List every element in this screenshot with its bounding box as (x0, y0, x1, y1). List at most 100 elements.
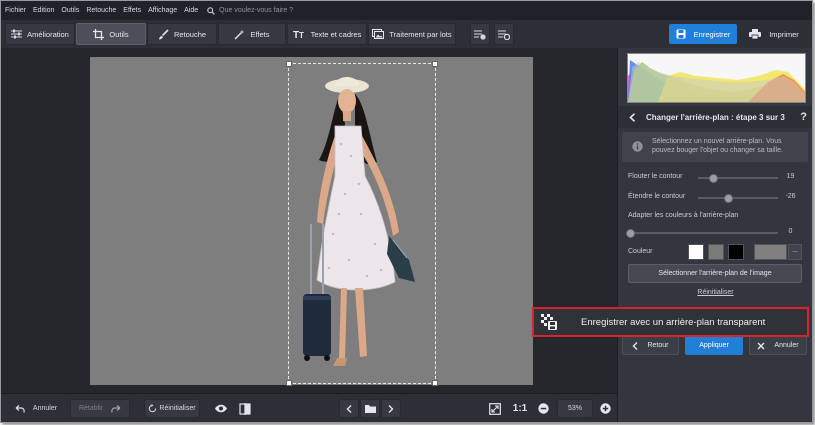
chevron-right-icon (388, 404, 394, 413)
undo-button[interactable]: Annuler (9, 399, 63, 418)
reset-background-link[interactable]: Réinitialiser (618, 289, 812, 296)
fit-screen-icon (489, 402, 501, 415)
menu-edition[interactable]: Edition (29, 7, 57, 14)
resize-handle[interactable] (286, 380, 292, 386)
slider-thumb[interactable] (626, 229, 635, 238)
menu-bar: Fichier Edition Outils Retouche Effets A… (1, 1, 812, 20)
tab-traitement-lots[interactable]: Traitement par lots (368, 23, 456, 45)
plus-circle-icon (599, 403, 611, 414)
compare-view-button[interactable] (470, 23, 490, 45)
slider-thumb[interactable] (709, 174, 719, 183)
list-add-icon (474, 30, 486, 40)
menu-fichier[interactable]: Fichier (1, 7, 29, 14)
info-icon (632, 141, 643, 152)
save-button[interactable]: Enregistrer (669, 24, 737, 44)
print-button[interactable]: Imprimer (742, 24, 806, 44)
save-transparent-background-button[interactable]: Enregistrer avec un arrière-plan transpa… (532, 307, 809, 337)
slider-label: Flouter le contour (628, 173, 683, 180)
floppy-disk-icon (676, 29, 686, 39)
zoom-out-button[interactable] (535, 399, 551, 418)
image-canvas[interactable] (90, 57, 533, 386)
bottom-bar: Annuler Rétablir Réinitialiser 1:1 53% (1, 393, 617, 422)
resize-handle[interactable] (432, 61, 438, 67)
zoom-value[interactable]: 53% (557, 399, 593, 418)
slider-blur-edge: Flouter le contour 19 (628, 173, 803, 183)
tab-label: Texte et cadres (310, 29, 362, 39)
swatch-black[interactable] (728, 244, 744, 260)
menu-search[interactable]: Que voulez-vous faire ? (207, 6, 294, 15)
step-header: Changer l'arrière-plan : étape 3 sur 3 ? (618, 106, 812, 128)
reset-image-label: Réinitialiser (159, 405, 196, 412)
subject-cutout[interactable] (289, 64, 437, 385)
help-icon[interactable]: ? (800, 111, 807, 123)
side-panel: Changer l'arrière-plan : étape 3 sur 3 ?… (617, 48, 812, 422)
menu-effets[interactable]: Effets (119, 7, 144, 14)
tab-label: Effets (250, 29, 270, 39)
menu-outils[interactable]: Outils (57, 7, 82, 14)
callout-label: Enregistrer avec un arrière-plan transpa… (581, 316, 766, 328)
back-button[interactable]: Retour (622, 336, 679, 355)
printer-icon (749, 29, 762, 39)
slider-label: Adapter les couleurs à l'arrière-plan (628, 212, 739, 219)
sliders-icon (11, 29, 23, 39)
rotate-reset-icon (149, 404, 157, 413)
resize-handle[interactable] (432, 380, 438, 386)
redo-icon (111, 404, 121, 413)
apply-button[interactable]: Appliquer (685, 336, 743, 355)
main-toolbar: Amélioration Outils Retouche Effets TT T… (1, 20, 812, 49)
color-picker-button[interactable]: ... (788, 244, 802, 260)
slider-track[interactable] (698, 197, 778, 199)
chevron-left-icon (346, 404, 352, 413)
color-label: Couleur (628, 248, 653, 255)
back-label: Retour (647, 342, 669, 349)
close-icon (757, 342, 765, 349)
menu-affichage[interactable]: Affichage (144, 7, 180, 14)
slider-track[interactable] (630, 232, 778, 234)
slider-extend-edge: Étendre le contour -26 (628, 193, 803, 203)
tab-texte-cadres[interactable]: TT Texte et cadres (287, 23, 367, 45)
eye-icon (215, 404, 227, 413)
menu-aide[interactable]: Aide (180, 7, 201, 14)
search-placeholder: Que voulez-vous faire ? (219, 7, 294, 14)
app-window: Fichier Edition Outils Retouche Effets A… (0, 0, 813, 423)
resize-handle[interactable] (286, 61, 292, 67)
swatch-white[interactable] (688, 244, 704, 260)
text-icon: TT (293, 30, 304, 39)
slider-value: 19 (786, 173, 795, 180)
zoom-one-to-one-button[interactable]: 1:1 (509, 399, 531, 418)
prev-image-button[interactable] (339, 399, 359, 418)
select-background-image-button[interactable]: Sélectionner l'arrière-plan de l'image (628, 264, 802, 283)
tab-retouche[interactable]: Retouche (147, 23, 217, 45)
print-label: Imprimer (769, 29, 799, 39)
info-text: Sélectionnez un nouvel arrière-plan. Vou… (652, 138, 783, 154)
compare-toggle[interactable] (235, 399, 255, 418)
history-button[interactable] (494, 23, 514, 45)
slider-adapt-colors: Adapter les couleurs à l'arrière-plan (628, 212, 803, 219)
redo-button[interactable]: Rétablir (70, 399, 130, 418)
tab-effets[interactable]: Effets (218, 23, 286, 45)
swatch-gray[interactable] (708, 244, 724, 260)
menu-retouche[interactable]: Retouche (82, 7, 119, 14)
next-image-button[interactable] (381, 399, 401, 418)
zoom-in-button[interactable] (597, 399, 613, 418)
slider-value: 0 (788, 228, 793, 235)
search-icon (207, 6, 216, 15)
undo-label: Annuler (32, 405, 58, 412)
selection-frame[interactable] (286, 61, 438, 386)
minus-circle-icon (537, 403, 549, 414)
preview-toggle[interactable] (211, 399, 231, 418)
slider-thumb[interactable] (723, 194, 733, 203)
current-color-swatch[interactable] (754, 244, 787, 260)
cancel-button[interactable]: Annuler (749, 336, 807, 355)
cancel-label: Annuler (774, 342, 799, 349)
step-title: Changer l'arrière-plan : étape 3 sur 3 (646, 112, 785, 122)
undo-icon (15, 404, 25, 413)
tab-outils[interactable]: Outils (76, 23, 146, 45)
tab-label: Outils (109, 29, 129, 39)
histogram (627, 53, 806, 103)
tab-amelioration[interactable]: Amélioration (5, 23, 75, 45)
open-folder-button[interactable] (360, 399, 380, 418)
reset-image-button[interactable]: Réinitialiser (144, 399, 200, 418)
fit-to-screen-button[interactable] (486, 399, 504, 418)
back-chevron-icon[interactable] (629, 112, 636, 122)
